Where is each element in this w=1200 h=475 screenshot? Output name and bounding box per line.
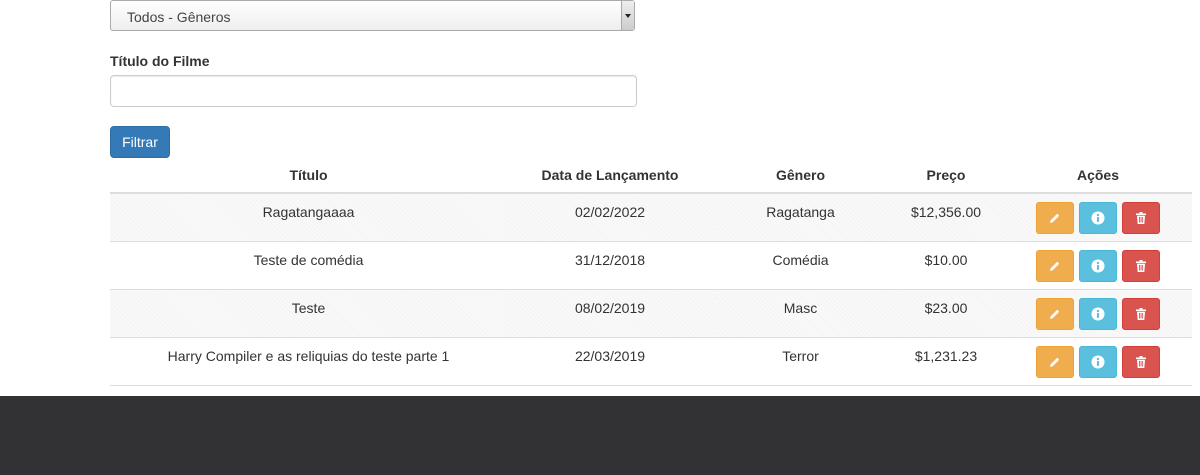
pencil-icon: [1050, 261, 1060, 271]
edit-button[interactable]: [1036, 249, 1075, 282]
cell-genre: Masc: [713, 289, 888, 338]
info-button[interactable]: [1079, 297, 1117, 330]
filter-button[interactable]: Filtrar: [110, 126, 170, 158]
footer-bar: [0, 396, 1200, 475]
trash-icon: [1135, 307, 1146, 320]
cell-release: 02/02/2022: [507, 193, 713, 242]
column-header-price: Preço: [888, 158, 1004, 194]
pencil-icon: [1050, 357, 1060, 367]
cell-title: Harry Compiler e as reliquias do teste p…: [110, 337, 507, 386]
cell-genre: Terror: [713, 337, 888, 386]
cell-actions: [1004, 241, 1192, 290]
column-header-release: Data de Lançamento: [507, 158, 713, 194]
table-row: Teste de comédia 31/12/2018 Comédia $10.…: [110, 241, 1192, 290]
info-icon: [1091, 259, 1105, 272]
genre-select-value: Todos - Gêneros: [127, 9, 231, 25]
info-icon: [1091, 307, 1105, 320]
delete-button[interactable]: [1121, 249, 1160, 282]
cell-price: $23.00: [888, 289, 1004, 338]
column-header-genre: Gênero: [713, 158, 888, 194]
cell-release: 22/03/2019: [507, 337, 713, 386]
cell-genre: Comédia: [713, 241, 888, 290]
cell-release: 08/02/2019: [507, 289, 713, 338]
cell-title: Teste de comédia: [110, 241, 507, 290]
trash-icon: [1135, 355, 1146, 368]
column-header-title: Título: [110, 158, 507, 194]
cell-actions: [1004, 337, 1192, 386]
edit-button[interactable]: [1036, 202, 1075, 234]
table-row: Teste 08/02/2019 Masc $23.00: [110, 289, 1192, 338]
info-icon: [1091, 211, 1105, 225]
info-button[interactable]: [1079, 345, 1117, 378]
cell-price: $10.00: [888, 241, 1004, 290]
edit-button[interactable]: [1036, 345, 1075, 378]
genre-select[interactable]: Todos - Gêneros: [110, 0, 635, 31]
delete-button[interactable]: [1121, 297, 1160, 330]
info-button[interactable]: [1079, 202, 1117, 234]
pencil-icon: [1050, 309, 1060, 319]
table-row: Ragatangaaaa 02/02/2022 Ragatanga $12,35…: [110, 193, 1192, 242]
cell-title: Teste: [110, 289, 507, 338]
trash-icon: [1135, 259, 1146, 272]
info-button[interactable]: [1079, 249, 1117, 282]
info-icon: [1091, 355, 1105, 368]
trash-icon: [1135, 212, 1146, 224]
delete-button[interactable]: [1121, 345, 1160, 378]
cell-title: Ragatangaaaa: [110, 193, 507, 242]
cell-actions: [1004, 193, 1192, 242]
cell-price: $12,356.00: [888, 193, 1004, 242]
pencil-icon: [1050, 213, 1060, 223]
edit-button[interactable]: [1036, 297, 1075, 330]
column-header-actions: Ações: [1004, 158, 1192, 194]
cell-actions: [1004, 289, 1192, 338]
delete-button[interactable]: [1121, 202, 1160, 234]
table-header-row: Título Data de Lançamento Gênero Preço A…: [110, 158, 1192, 194]
films-table: Título Data de Lançamento Gênero Preço A…: [110, 158, 1192, 386]
title-filter-input[interactable]: [110, 75, 637, 107]
cell-price: $1,231.23: [888, 337, 1004, 386]
table-row: Harry Compiler e as reliquias do teste p…: [110, 337, 1192, 386]
chevron-down-icon[interactable]: [621, 1, 634, 30]
cell-genre: Ragatanga: [713, 193, 888, 242]
cell-release: 31/12/2018: [507, 241, 713, 290]
title-filter-label: Título do Filme: [110, 53, 210, 69]
